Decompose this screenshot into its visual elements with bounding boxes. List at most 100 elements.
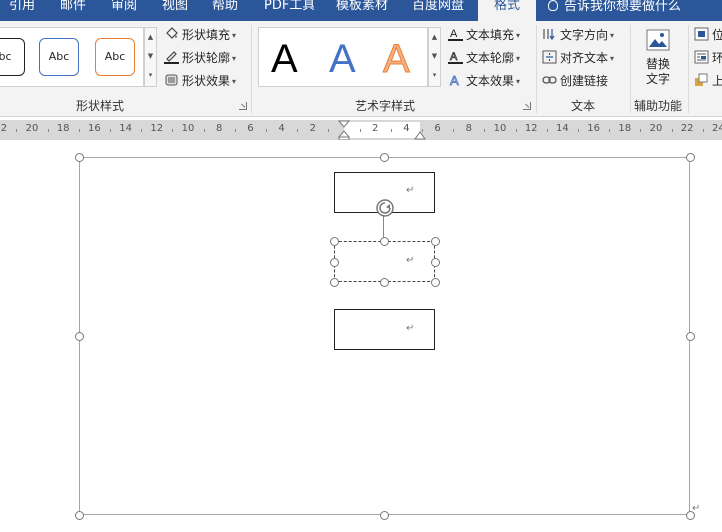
scroll-down-icon[interactable]: ▼ (145, 47, 156, 65)
text-direction-button[interactable]: 文字方向 ▾ (542, 25, 614, 45)
text-box-bottom[interactable]: ↵ (334, 309, 435, 350)
bring-forward-icon (694, 73, 709, 87)
ruler-tick (297, 129, 299, 132)
indent-marker-icon[interactable] (338, 120, 350, 140)
canvas-resize-handle[interactable] (74, 331, 84, 341)
ruler-number: 8 (465, 123, 472, 134)
ruler-number: 16 (587, 123, 600, 134)
ruler-tick (172, 129, 174, 132)
shape-styles-gallery[interactable]: bc Abc Abc (0, 27, 144, 87)
group-separator (536, 25, 537, 113)
canvas-resize-handle[interactable] (685, 152, 695, 162)
text-box-selected[interactable]: ↵ (334, 241, 435, 282)
gallery-more-icon[interactable]: ▾ (145, 66, 156, 84)
canvas-resize-handle[interactable] (74, 152, 84, 162)
text-effects-icon: A (448, 73, 463, 89)
ruler-tick (359, 129, 361, 132)
paint-bucket-icon (164, 27, 179, 41)
shape-style-swatch-black[interactable]: bc (0, 38, 25, 76)
paragraph-mark: ↵ (406, 185, 415, 196)
tab-review[interactable]: 审阅 (111, 0, 139, 21)
svg-text:A: A (450, 73, 459, 87)
link-icon (542, 73, 557, 87)
ruler-tick (141, 129, 143, 132)
shape-outline-button[interactable]: 形状轮廓 ▾ (164, 48, 236, 68)
alt-text-button[interactable]: 替换 文字 (640, 27, 676, 87)
tab-mailings[interactable]: 邮件 (60, 0, 88, 21)
canvas-resize-handle[interactable] (379, 152, 389, 162)
ruler-number: 20 (25, 123, 39, 134)
wordart-sample-orange[interactable]: A (383, 34, 411, 84)
rotate-handle-icon[interactable] (374, 197, 396, 219)
wordart-sample-blue[interactable]: A (329, 34, 356, 84)
alt-text-label-line2: 文字 (645, 72, 670, 86)
tab-baidu-netdisk[interactable]: 百度网盘 (412, 0, 464, 21)
canvas-resize-handle[interactable] (685, 331, 695, 341)
ruler-tick (609, 129, 611, 132)
wordart-styles-gallery[interactable]: A A A (258, 27, 428, 87)
group-separator (630, 25, 631, 113)
ribbon: bc Abc Abc ▲ ▼ ▾ 形状填充 ▾ 形状轮廓 ▾ 形状效果 ▾ 形状样式 … (0, 21, 722, 117)
shape-resize-handle[interactable] (329, 277, 339, 287)
wordart-sample-black[interactable]: A (271, 34, 298, 84)
ruler-number: 10 (493, 123, 507, 134)
text-outline-icon: A (448, 50, 463, 64)
scroll-down-icon[interactable]: ▼ (429, 47, 440, 65)
shape-resize-handle[interactable] (329, 236, 339, 246)
shape-styles-scrollbar[interactable]: ▲ ▼ ▾ (144, 27, 157, 87)
ruler-tick (234, 129, 236, 132)
text-fill-button[interactable]: A 文本填充 ▾ (448, 25, 520, 45)
align-text-icon (542, 50, 557, 64)
tab-help[interactable]: 帮助 (212, 0, 240, 21)
wordart-styles-group-label: 艺术字样式 (355, 99, 416, 113)
ruler-number: 22 (680, 123, 694, 134)
ruler-number: 24 (712, 123, 722, 134)
tell-me-search[interactable]: 告诉我你想要做什么 (548, 0, 681, 21)
shape-resize-handle[interactable] (430, 236, 440, 246)
ruler-tick (266, 129, 267, 132)
ruler-tick (453, 129, 455, 132)
right-indent-marker-icon[interactable] (414, 128, 426, 140)
ruler-tick (110, 129, 111, 132)
ruler-number: 12 (150, 123, 164, 134)
tab-pdf-tools[interactable]: PDF工具 (264, 0, 314, 21)
accessibility-group-label: 辅助功能 (634, 99, 683, 113)
wordart-styles-dialog-launcher-icon[interactable] (523, 102, 531, 110)
shape-resize-handle[interactable] (430, 277, 440, 287)
tab-format[interactable]: 格式 (478, 0, 536, 21)
tab-references[interactable]: 引用 (9, 0, 37, 21)
canvas-resize-handle[interactable] (74, 510, 84, 520)
ruler-tick (47, 129, 49, 132)
gallery-more-icon[interactable]: ▾ (429, 66, 440, 84)
shape-resize-handle[interactable] (379, 236, 389, 246)
ruler-number: 2 (372, 123, 379, 134)
canvas-resize-handle[interactable] (379, 510, 389, 520)
text-outline-button[interactable]: A 文本轮廓 ▾ (448, 48, 520, 68)
shape-style-swatch-blue[interactable]: Abc (39, 38, 79, 76)
wrap-text-button[interactable]: 环 (694, 48, 722, 68)
align-text-button[interactable]: 对齐文本 ▾ (542, 48, 614, 68)
shape-styles-dialog-launcher-icon[interactable] (239, 102, 247, 110)
text-direction-icon (542, 27, 557, 41)
tab-template-materials[interactable]: 模板素材 (336, 0, 388, 21)
text-effects-button[interactable]: A 文本效果 ▾ (448, 71, 520, 91)
ruler-number: 22 (0, 123, 8, 134)
ruler-number: 2 (309, 123, 316, 134)
shape-fill-button[interactable]: 形状填充 ▾ (164, 25, 236, 45)
create-link-button[interactable]: 创建链接 (542, 71, 608, 91)
scroll-up-icon[interactable]: ▲ (145, 28, 156, 46)
shape-effects-button[interactable]: 形状效果 ▾ (164, 71, 236, 91)
shape-effects-icon (164, 73, 179, 87)
shape-style-swatch-orange[interactable]: Abc (95, 38, 135, 76)
wordart-styles-scrollbar[interactable]: ▲ ▼ ▾ (428, 27, 441, 87)
shape-resize-handle[interactable] (379, 277, 389, 287)
position-button[interactable]: 位 (694, 25, 722, 45)
shape-resize-handle[interactable] (430, 257, 440, 267)
shape-resize-handle[interactable] (329, 257, 339, 267)
ruler-number: 14 (119, 123, 132, 134)
bring-forward-button[interactable]: 上 (694, 71, 722, 91)
horizontal-ruler[interactable]: 22201816141210864224681012141618202224 (0, 120, 722, 140)
scroll-up-icon[interactable]: ▲ (429, 28, 440, 46)
tab-view[interactable]: 视图 (162, 0, 190, 21)
ruler-tick (578, 129, 579, 132)
